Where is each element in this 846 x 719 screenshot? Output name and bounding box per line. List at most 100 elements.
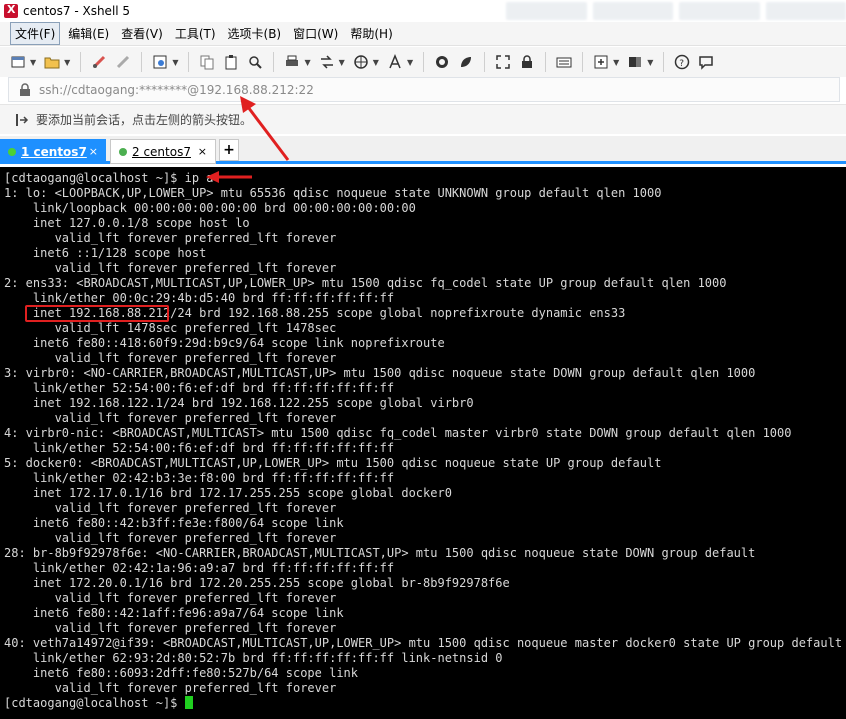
- menu-tools[interactable]: 工具(T): [171, 23, 220, 44]
- session-hint-bar: 要添加当前会话，点击左侧的箭头按钮。: [0, 104, 846, 134]
- hint-text: 要添加当前会话，点击左侧的箭头按钮。: [36, 113, 253, 127]
- terminal-line: inet 127.0.0.1/8 scope host lo: [4, 216, 250, 230]
- fullscreen-icon[interactable]: [493, 51, 513, 73]
- paste-icon[interactable]: [221, 51, 241, 73]
- add-dropdown-icon[interactable]: ▼: [613, 58, 619, 67]
- terminal-line: link/ether 62:93:2d:80:52:7b brd ff:ff:f…: [4, 651, 503, 665]
- toolbar-separator: [423, 52, 425, 72]
- globe-icon[interactable]: [351, 51, 371, 73]
- toolbar-separator: [545, 52, 547, 72]
- menu-window[interactable]: 窗口(W): [289, 23, 342, 44]
- menu-file[interactable]: 文件(F): [10, 22, 61, 45]
- tab-session-2[interactable]: 2 centos7 ×: [110, 139, 216, 164]
- new-session-dropdown-icon[interactable]: ▼: [30, 58, 36, 67]
- close-icon[interactable]: ×: [89, 145, 98, 158]
- toolbar-separator: [80, 52, 82, 72]
- open-folder-icon[interactable]: [42, 51, 62, 73]
- font-dropdown-icon[interactable]: ▼: [407, 58, 413, 67]
- find-icon[interactable]: [245, 51, 265, 73]
- terminal-line: inet6 ::1/128 scope host: [4, 246, 207, 260]
- toolbar-separator: [484, 52, 486, 72]
- copy-icon[interactable]: [197, 51, 217, 73]
- close-icon[interactable]: ×: [198, 145, 207, 158]
- lock-icon[interactable]: [517, 51, 537, 73]
- tab-label: 1 centos7: [21, 144, 87, 159]
- transfer-icon[interactable]: [317, 51, 337, 73]
- transfer-dropdown-icon[interactable]: ▼: [339, 58, 345, 67]
- layout-icon[interactable]: [625, 51, 645, 73]
- terminal-line: valid_lft forever preferred_lft forever: [4, 351, 337, 365]
- ip-highlight-box: [25, 305, 169, 322]
- terminal-line: inet6 fe80::6093:2dff:fe80:527b/64 scope…: [4, 666, 359, 680]
- terminal-line: 5: docker0: <BROADCAST,MULTICAST,UP,LOWE…: [4, 456, 662, 470]
- toolbar-separator: [663, 52, 665, 72]
- new-session-icon[interactable]: [8, 51, 28, 73]
- properties-icon[interactable]: [150, 51, 170, 73]
- xftp-icon[interactable]: [432, 51, 452, 73]
- lock-icon: [20, 82, 30, 96]
- font-icon[interactable]: [385, 51, 405, 73]
- terminal-line: valid_lft forever preferred_lft forever: [4, 591, 337, 605]
- reconnect-icon[interactable]: [113, 51, 133, 73]
- menu-view[interactable]: 查看(V): [117, 23, 167, 44]
- connected-status-icon: [8, 147, 16, 156]
- add-icon[interactable]: [591, 51, 611, 73]
- window-title: centos7 - Xshell 5: [23, 4, 131, 18]
- help-icon[interactable]: ?: [672, 51, 692, 73]
- xshell-app-icon: [4, 3, 18, 18]
- print-dropdown-icon[interactable]: ▼: [304, 58, 310, 67]
- terminal-line: link/ether 52:54:00:f6:ef:df brd ff:ff:f…: [4, 441, 395, 455]
- background-window-tabs: [506, 2, 846, 20]
- globe-dropdown-icon[interactable]: ▼: [373, 58, 379, 67]
- terminal-line: 3: virbr0: <NO-CARRIER,BROADCAST,MULTICA…: [4, 366, 756, 380]
- terminal-line: valid_lft forever preferred_lft forever: [4, 681, 337, 695]
- print-icon[interactable]: [282, 51, 302, 73]
- menu-help[interactable]: 帮助(H): [346, 23, 396, 44]
- terminal-line: inet6 fe80::42:b3ff:fe3e:f800/64 scope l…: [4, 516, 344, 530]
- menu-edit[interactable]: 编辑(E): [64, 23, 113, 44]
- terminal-cursor: [184, 696, 193, 709]
- toolbar-separator: [141, 52, 143, 72]
- new-tab-button[interactable]: +: [219, 139, 239, 161]
- chat-icon[interactable]: [696, 51, 716, 73]
- terminal-line: [cdtaogang@localhost ~]$ ip a: [4, 171, 214, 185]
- terminal-line: link/ether 02:42:b3:3e:f8:00 brd ff:ff:f…: [4, 471, 395, 485]
- title-bar: centos7 - Xshell 5: [0, 0, 846, 22]
- terminal-line: valid_lft 1478sec preferred_lft 1478sec: [4, 321, 337, 335]
- terminal-line: valid_lft forever preferred_lft forever: [4, 231, 337, 245]
- terminal-line: 2: ens33: <BROADCAST,MULTICAST,UP,LOWER_…: [4, 276, 727, 290]
- toolbar-separator: [273, 52, 275, 72]
- terminal-line: valid_lft forever preferred_lft forever: [4, 261, 337, 275]
- terminal-line: link/ether 52:54:00:f6:ef:df brd ff:ff:f…: [4, 381, 395, 395]
- disconnect-icon[interactable]: [89, 51, 109, 73]
- tab-session-1[interactable]: 1 centos7 ×: [0, 139, 106, 164]
- properties-dropdown-icon[interactable]: ▼: [172, 58, 178, 67]
- terminal-line: valid_lft forever preferred_lft forever: [4, 411, 337, 425]
- menu-tabs[interactable]: 选项卡(B): [224, 23, 286, 44]
- terminal-line: inet6 fe80::42:1aff:fe96:a9a7/64 scope l…: [4, 606, 344, 620]
- terminal-line: inet 172.17.0.1/16 brd 172.17.255.255 sc…: [4, 486, 452, 500]
- toolbar-separator: [582, 52, 584, 72]
- layout-dropdown-icon[interactable]: ▼: [647, 58, 653, 67]
- terminal-line: valid_lft forever preferred_lft forever: [4, 531, 337, 545]
- terminal-line: 4: virbr0-nic: <BROADCAST,MULTICAST> mtu…: [4, 426, 792, 440]
- terminal-prompt-line: [cdtaogang@localhost ~]$: [4, 696, 846, 711]
- terminal-output[interactable]: [cdtaogang@localhost ~]$ ip a 1: lo: <LO…: [0, 167, 846, 719]
- session-tab-strip: 1 centos7 × 2 centos7 × +: [0, 136, 846, 164]
- toolbar-separator: [188, 52, 190, 72]
- keyboard-icon[interactable]: [554, 51, 574, 73]
- address-bar[interactable]: ssh://cdtaogang:********@192.168.88.212:…: [8, 77, 840, 102]
- terminal-line: 40: veth7a14972@if39: <BROADCAST,MULTICA…: [4, 636, 843, 650]
- terminal-line: inet 192.168.122.1/24 brd 192.168.122.25…: [4, 396, 474, 410]
- open-dropdown-icon[interactable]: ▼: [64, 58, 70, 67]
- tab-label: 2 centos7: [132, 144, 191, 159]
- terminal-line: 28: br-8b9f92978f6e: <NO-CARRIER,BROADCA…: [4, 546, 756, 560]
- terminal-line: valid_lft forever preferred_lft forever: [4, 501, 337, 515]
- add-session-arrow-icon[interactable]: [14, 112, 30, 128]
- xmanager-icon[interactable]: [456, 51, 476, 73]
- terminal-line: inet 172.20.0.1/16 brd 172.20.255.255 sc…: [4, 576, 510, 590]
- terminal-line: valid_lft forever preferred_lft forever: [4, 621, 337, 635]
- terminal-line: 1: lo: <LOOPBACK,UP,LOWER_UP> mtu 65536 …: [4, 186, 662, 200]
- toolbar: ▼ ▼ ▼ ▼ ▼ ▼ ▼ ▼ ▼ ?: [0, 47, 846, 77]
- connected-status-icon: [119, 147, 127, 156]
